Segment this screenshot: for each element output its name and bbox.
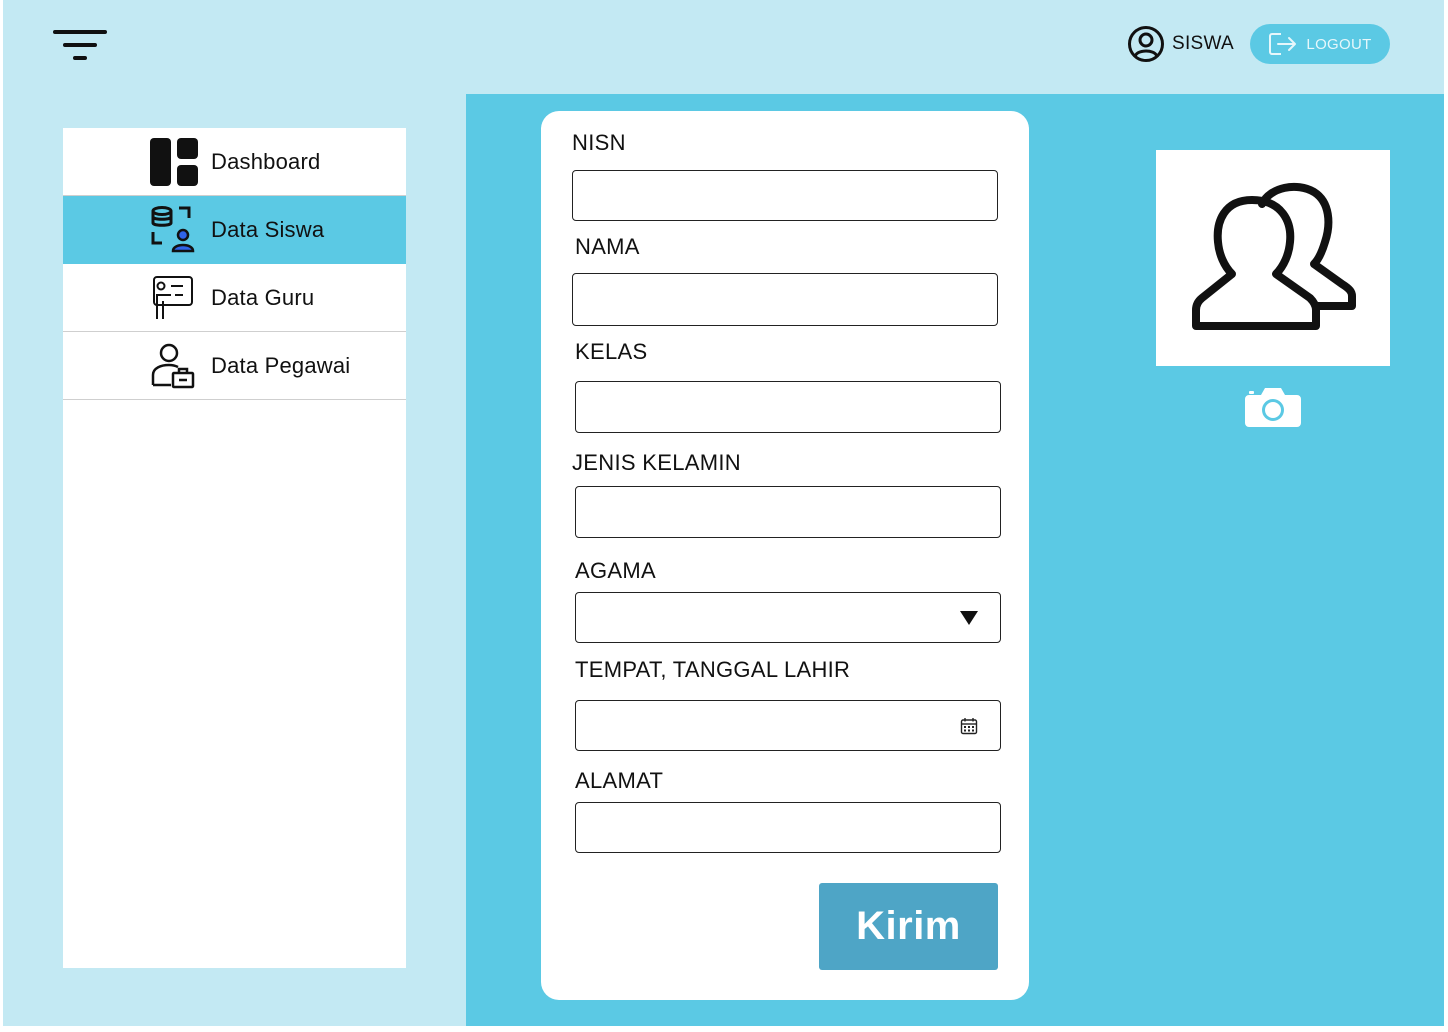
alamat-input[interactable]	[575, 802, 1001, 853]
camera-icon[interactable]	[1243, 385, 1303, 429]
calendar-icon[interactable]	[960, 717, 978, 735]
main-content: NISN NAMA KELAS JENIS KELAMIN AGAMA TEMP…	[466, 94, 1444, 1026]
agama-select[interactable]	[575, 592, 1001, 643]
user-role-label: SISWA	[1172, 33, 1235, 54]
kelas-input[interactable]	[575, 381, 1001, 433]
sidebar-item-label: Data Siswa	[211, 216, 325, 242]
kirim-button[interactable]: Kirim	[819, 883, 998, 970]
nisn-label: NISN	[572, 130, 626, 155]
employee-icon	[149, 341, 199, 391]
user-circle-icon	[1128, 26, 1164, 62]
sidebar-item-label: Data Guru	[211, 284, 315, 310]
sidebar-item-dashboard[interactable]: Dashboard	[63, 128, 406, 196]
sidebar-item-data-guru[interactable]: Data Guru	[63, 264, 406, 332]
dashboard-icon	[149, 137, 199, 187]
sidebar-item-data-pegawai[interactable]: Data Pegawai	[63, 332, 406, 400]
sidebar: Dashboard Data Siswa Data Guru Data Pega…	[63, 128, 406, 968]
ttl-label: TEMPAT, TANGGAL LAHIR	[575, 657, 851, 682]
user-account[interactable]: SISWA	[1127, 24, 1234, 64]
agama-label: AGAMA	[575, 558, 656, 583]
nama-input[interactable]	[572, 273, 998, 326]
dropdown-arrow-icon[interactable]	[960, 610, 978, 625]
menu-icon[interactable]	[53, 30, 111, 64]
sidebar-item-label: Dashboard	[211, 148, 321, 174]
teacher-icon	[149, 273, 199, 323]
logout-label: LOGOUT	[1306, 35, 1372, 53]
logout-button[interactable]: LOGOUT	[1250, 24, 1390, 64]
student-form: NISN NAMA KELAS JENIS KELAMIN AGAMA TEMP…	[541, 111, 1029, 1000]
sidebar-item-label: Data Pegawai	[211, 352, 351, 378]
jenis-kelamin-label: JENIS KELAMIN	[572, 450, 741, 475]
users-icon	[1192, 182, 1356, 330]
jenis-kelamin-input[interactable]	[575, 486, 1001, 538]
alamat-label: ALAMAT	[575, 768, 664, 793]
app-window: SISWA LOGOUT Dashboard Data Siswa Data G…	[3, 0, 1444, 1026]
student-data-icon	[149, 205, 199, 255]
nama-label: NAMA	[575, 234, 640, 259]
nisn-input[interactable]	[572, 170, 998, 221]
sidebar-item-data-siswa[interactable]: Data Siswa	[63, 196, 406, 264]
ttl-date-input[interactable]	[575, 700, 1001, 751]
photo-preview	[1156, 150, 1390, 366]
logout-icon	[1269, 33, 1297, 55]
kelas-label: KELAS	[575, 339, 648, 364]
